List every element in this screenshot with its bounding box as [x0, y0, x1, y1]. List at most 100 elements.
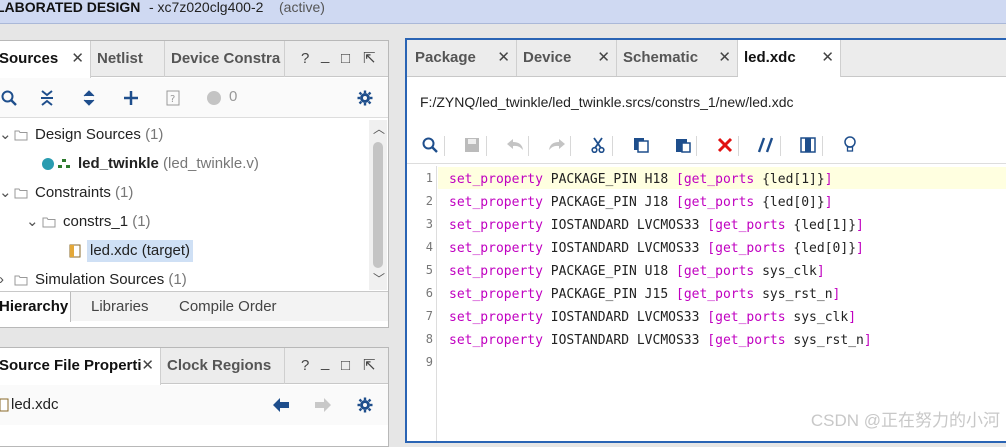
- tab-hierarchy[interactable]: Hierarchy: [0, 292, 71, 322]
- keyword-token: set_property: [449, 333, 543, 348]
- bracket-token: ]: [816, 264, 825, 279]
- tab-label: led.xdc: [744, 49, 796, 66]
- maximize-icon[interactable]: □: [341, 41, 350, 77]
- chevron-down-icon[interactable]: ⌄: [0, 180, 12, 206]
- float-icon[interactable]: ⇱: [363, 41, 376, 77]
- project-title: LABORATED DESIGN: [0, 0, 141, 15]
- code-editor[interactable]: 1 set_property PACKAGE_PIN H18 [get_ports…: [407, 166, 1006, 441]
- forward-arrow-icon[interactable]: [315, 398, 331, 412]
- add-icon[interactable]: [123, 90, 139, 106]
- properties-header: led.xdc: [0, 385, 388, 425]
- tab-label: Source File Properti: [0, 357, 142, 374]
- expand-all-icon[interactable]: [81, 89, 97, 107]
- tab-netlist[interactable]: Netlist: [91, 41, 165, 77]
- collapse-all-icon[interactable]: [39, 89, 55, 107]
- delete-icon[interactable]: [717, 137, 733, 153]
- settings-icon[interactable]: [357, 397, 373, 413]
- redo-icon[interactable]: [548, 138, 566, 152]
- tab-led-xdc[interactable]: led.xdc ✕: [738, 40, 841, 77]
- column-select-icon[interactable]: [800, 137, 816, 153]
- sources-view-tabs: Hierarchy Libraries Compile Order: [0, 291, 388, 322]
- close-icon[interactable]: ✕: [497, 40, 510, 76]
- code-line[interactable]: set_property PACKAGE_PIN J18 [get_ports …: [449, 191, 833, 214]
- float-icon[interactable]: ⇱: [363, 348, 376, 384]
- minimize-icon[interactable]: _: [321, 38, 329, 74]
- constraint-file-icon: [69, 244, 81, 258]
- close-icon[interactable]: ✕: [141, 348, 154, 384]
- property-token: PACKAGE_PIN U18: [542, 264, 676, 279]
- command-token: get_ports: [683, 172, 755, 187]
- code-line[interactable]: set_property IOSTANDARD LVCMOS33 [get_po…: [449, 329, 872, 352]
- settings-icon[interactable]: [357, 90, 373, 106]
- line-number: 5: [425, 263, 433, 277]
- tab-label: Device Constra: [171, 50, 281, 67]
- bracket-token: [: [675, 264, 684, 279]
- tab-clock-regions[interactable]: Clock Regions: [161, 348, 285, 384]
- toolbar-separator: [528, 136, 529, 156]
- argument-token: {led[1]}: [754, 172, 825, 187]
- tab-package[interactable]: Package ✕: [409, 40, 517, 76]
- tab-label: Package: [415, 49, 476, 66]
- tab-schematic[interactable]: Schematic ✕: [617, 40, 738, 76]
- tab-source-file-properties[interactable]: Source File Properti ✕: [0, 348, 161, 385]
- code-line[interactable]: set_property IOSTANDARD LVCMOS33 [get_po…: [449, 214, 864, 237]
- bracket-token: [: [675, 172, 684, 187]
- scroll-up-icon[interactable]: ︿: [373, 120, 385, 137]
- tab-libraries[interactable]: Libraries: [91, 292, 149, 322]
- info-icon[interactable]: ?: [166, 90, 180, 106]
- code-line[interactable]: set_property PACKAGE_PIN U18 [get_ports …: [449, 260, 825, 283]
- design-status: (active): [279, 0, 325, 15]
- close-icon[interactable]: ✕: [821, 40, 834, 76]
- maximize-icon[interactable]: □: [341, 348, 350, 384]
- scrollbar-thumb[interactable]: [373, 142, 383, 268]
- paste-icon[interactable]: [675, 137, 691, 153]
- tab-device-constraints[interactable]: Device Constra: [165, 41, 285, 77]
- code-line[interactable]: set_property IOSTANDARD LVCMOS33 [get_po…: [449, 237, 864, 260]
- property-token: PACKAGE_PIN H18: [542, 172, 676, 187]
- folder-icon: [42, 217, 56, 228]
- tab-device[interactable]: Device ✕: [517, 40, 617, 76]
- keyword-token: set_property: [449, 310, 543, 325]
- tab-compile-order[interactable]: Compile Order: [179, 292, 277, 322]
- undo-icon[interactable]: [506, 138, 524, 152]
- close-icon[interactable]: ✕: [71, 41, 84, 77]
- keyword-token: set_property: [449, 218, 543, 233]
- back-arrow-icon[interactable]: [273, 398, 289, 412]
- code-line[interactable]: set_property PACKAGE_PIN J15 [get_ports …: [449, 283, 840, 306]
- chevron-right-icon[interactable]: ›: [0, 267, 4, 290]
- code-line[interactable]: set_property IOSTANDARD LVCMOS33 [get_po…: [449, 306, 856, 329]
- tab-sources[interactable]: Sources ✕: [0, 41, 91, 78]
- tree-label: constrs_1: [63, 213, 129, 230]
- help-icon[interactable]: ?: [301, 41, 309, 77]
- status-dot-icon: [207, 91, 221, 105]
- tree-count: (1): [115, 184, 134, 201]
- tab-label: Netlist: [97, 50, 143, 67]
- scroll-down-icon[interactable]: ﹀: [373, 270, 385, 287]
- save-icon[interactable]: [464, 137, 480, 153]
- tree-label: led_twinkle: [78, 155, 159, 172]
- tree-label: Design Sources: [35, 126, 141, 143]
- help-icon[interactable]: ?: [301, 348, 309, 384]
- cut-icon[interactable]: [591, 137, 605, 153]
- tree-label: Simulation Sources: [35, 271, 165, 288]
- line-number: 7: [425, 309, 433, 323]
- tree-scrollbar[interactable]: ︿ ﹀: [369, 120, 387, 290]
- copy-icon[interactable]: [633, 137, 649, 153]
- close-icon[interactable]: ✕: [718, 40, 731, 76]
- search-icon[interactable]: [1, 90, 17, 106]
- comment-toggle-icon[interactable]: [757, 137, 775, 153]
- editor-panel: Package ✕ Device ✕ Schematic ✕ led.xdc ✕…: [405, 38, 1006, 443]
- tree-label: Constraints: [35, 184, 111, 201]
- chevron-down-icon[interactable]: ⌄: [26, 209, 39, 235]
- property-token: IOSTANDARD LVCMOS33: [542, 310, 708, 325]
- chevron-down-icon[interactable]: ⌄: [0, 122, 12, 148]
- toolbar-separator: [444, 136, 445, 156]
- line-number: 4: [425, 240, 433, 254]
- lightbulb-icon[interactable]: [844, 136, 856, 153]
- minimize-icon[interactable]: _: [321, 345, 329, 381]
- tree-count: (1): [132, 213, 151, 230]
- close-icon[interactable]: ✕: [597, 40, 610, 76]
- code-line[interactable]: set_property PACKAGE_PIN H18 [get_ports …: [449, 168, 833, 191]
- sources-tree: ⌄ Design Sources (1) led_twinkle (led_tw…: [0, 120, 369, 290]
- search-icon[interactable]: [422, 137, 438, 153]
